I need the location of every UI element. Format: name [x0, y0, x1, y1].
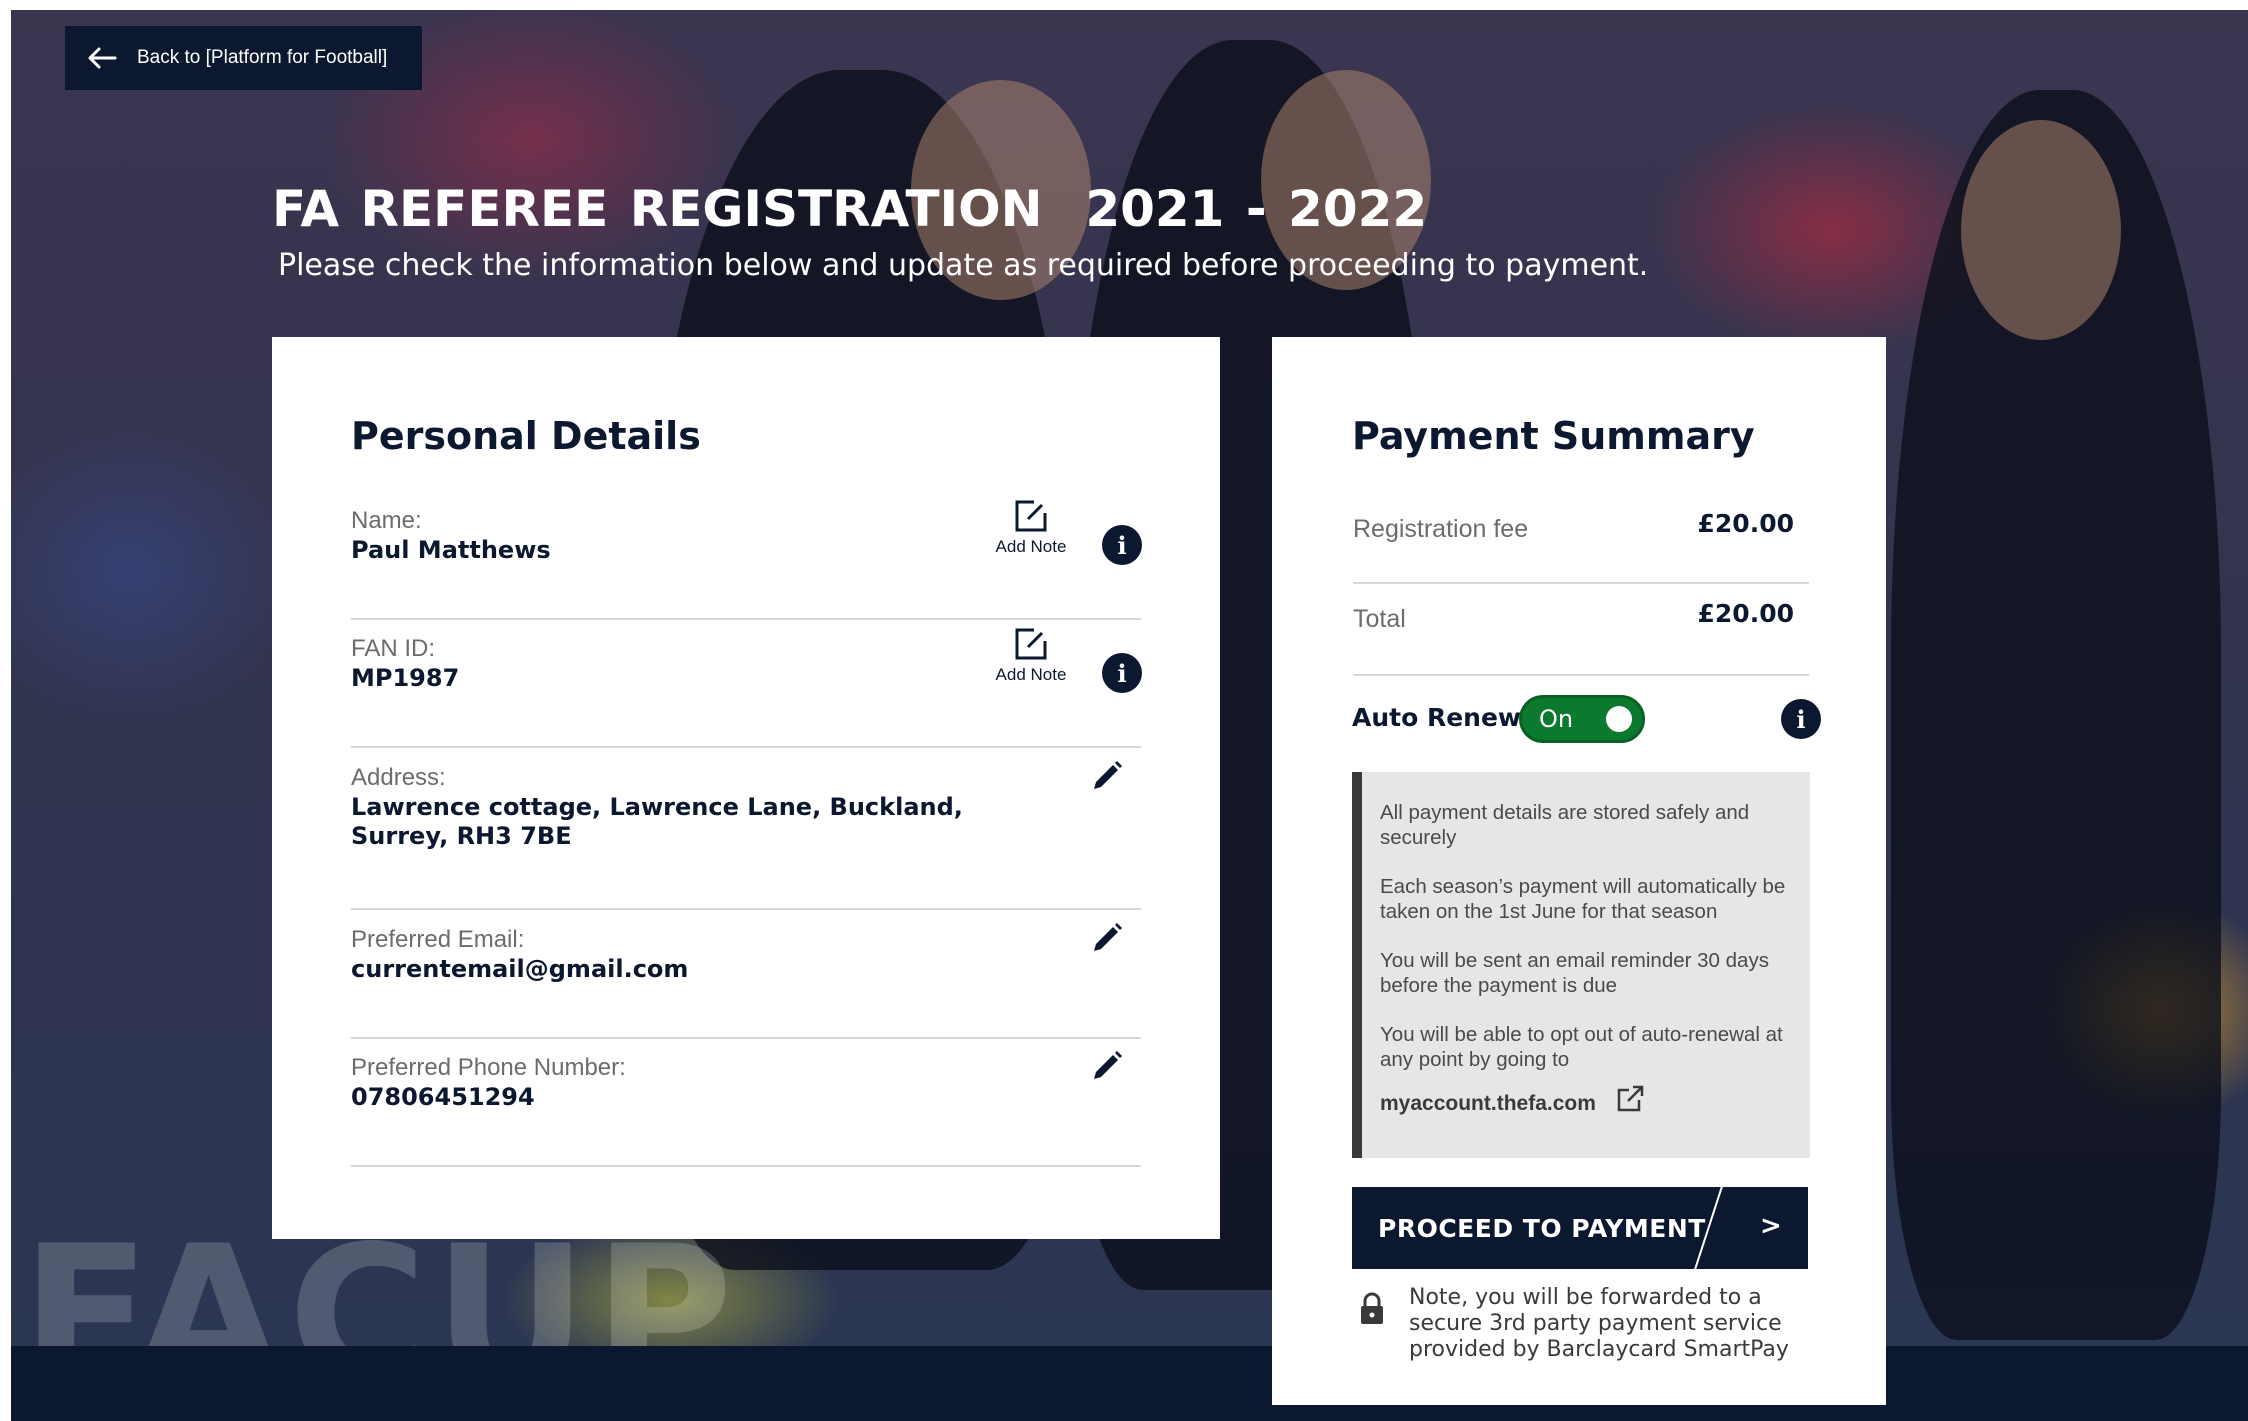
total-value: £20.00 — [1697, 599, 1794, 628]
address-field: Address: Lawrence cottage, Lawrence Lane… — [351, 761, 1141, 910]
notice-line: You will be sent an email reminder 30 da… — [1380, 949, 1769, 997]
myaccount-link[interactable]: myaccount.thefa.com — [1380, 1092, 1596, 1116]
back-button-label: Back to [Platform for Football] — [137, 47, 388, 68]
page-subtitle: Please check the information below and u… — [278, 248, 1649, 283]
total-label: Total — [1353, 605, 1406, 633]
field-label: Name: — [351, 507, 422, 534]
arrow-left-icon — [88, 47, 117, 69]
edit-note-icon — [1015, 500, 1047, 532]
referee-face — [1961, 120, 2121, 340]
payment-summary-card: Payment Summary Registration fee £20.00 … — [1272, 337, 1886, 1405]
secure-payment-note: Note, you will be forwarded to a secure … — [1409, 1285, 1789, 1362]
page: FACUP Back to [Platform for Football] FA… — [11, 10, 2248, 1421]
toggle-knob — [1606, 706, 1632, 732]
auto-renew-toggle[interactable]: On — [1519, 695, 1645, 743]
field-value: Paul Matthews — [351, 536, 551, 564]
fee-label: Registration fee — [1353, 515, 1529, 543]
pencil-icon[interactable] — [1089, 920, 1125, 956]
add-note-button[interactable]: Add Note — [991, 627, 1071, 685]
personal-details-heading: Personal Details — [351, 414, 701, 458]
field-label: FAN ID: — [351, 635, 436, 662]
fan-id-field: FAN ID: MP1987 Add Note i — [351, 628, 1142, 748]
info-icon[interactable]: i — [1102, 525, 1142, 565]
payment-summary-heading: Payment Summary — [1352, 414, 1755, 458]
lock-icon — [1361, 1292, 1383, 1324]
notice-line: Each season’s payment will automatically… — [1380, 875, 1786, 923]
field-value: currentemail@gmail.com — [351, 955, 689, 983]
external-link-icon[interactable] — [1615, 1084, 1645, 1114]
page-title: FA REFEREE REGISTRATION 2021 - 2022 — [272, 180, 1428, 238]
registration-fee-row: Registration fee £20.00 — [1353, 507, 1809, 584]
proceed-label: PROCEED TO PAYMENT — [1378, 1214, 1706, 1243]
add-note-label: Add Note — [995, 665, 1067, 684]
footer-band — [11, 1346, 2248, 1421]
info-icon[interactable]: i — [1102, 653, 1142, 693]
total-row: Total £20.00 — [1353, 597, 1809, 676]
back-button[interactable]: Back to [Platform for Football] — [65, 26, 422, 90]
add-note-button[interactable]: Add Note — [991, 499, 1071, 557]
name-field: Name: Paul Matthews Add Note i — [351, 500, 1142, 620]
edit-note-icon — [1015, 628, 1047, 660]
pencil-icon[interactable] — [1089, 758, 1125, 794]
phone-field: Preferred Phone Number: 07806451294 — [351, 1051, 1141, 1167]
field-value: MP1987 — [351, 664, 460, 692]
field-label: Address: — [351, 764, 446, 791]
auto-renew-label: Auto Renew — [1352, 703, 1522, 732]
personal-details-card: Personal Details Name: Paul Matthews Add… — [272, 337, 1220, 1239]
field-label: Preferred Phone Number: — [351, 1054, 626, 1081]
notice-line: All payment details are stored safely an… — [1380, 801, 1750, 849]
add-note-label: Add Note — [995, 537, 1067, 556]
notice-line: You will be able to opt out of auto-rene… — [1380, 1023, 1783, 1071]
chevron-right-icon: > — [1760, 1211, 1782, 1241]
email-field: Preferred Email: currentemail@gmail.com — [351, 923, 1141, 1039]
info-icon[interactable]: i — [1781, 699, 1821, 739]
toggle-state: On — [1539, 705, 1574, 733]
pencil-icon[interactable] — [1089, 1048, 1125, 1084]
proceed-to-payment-button[interactable]: PROCEED TO PAYMENT > — [1352, 1187, 1808, 1269]
field-label: Preferred Email: — [351, 926, 525, 953]
fee-value: £20.00 — [1697, 509, 1794, 538]
auto-renew-notice: All payment details are stored safely an… — [1352, 772, 1810, 1158]
field-value: Lawrence cottage, Lawrence Lane, Bucklan… — [351, 793, 963, 850]
field-value: 07806451294 — [351, 1083, 535, 1111]
